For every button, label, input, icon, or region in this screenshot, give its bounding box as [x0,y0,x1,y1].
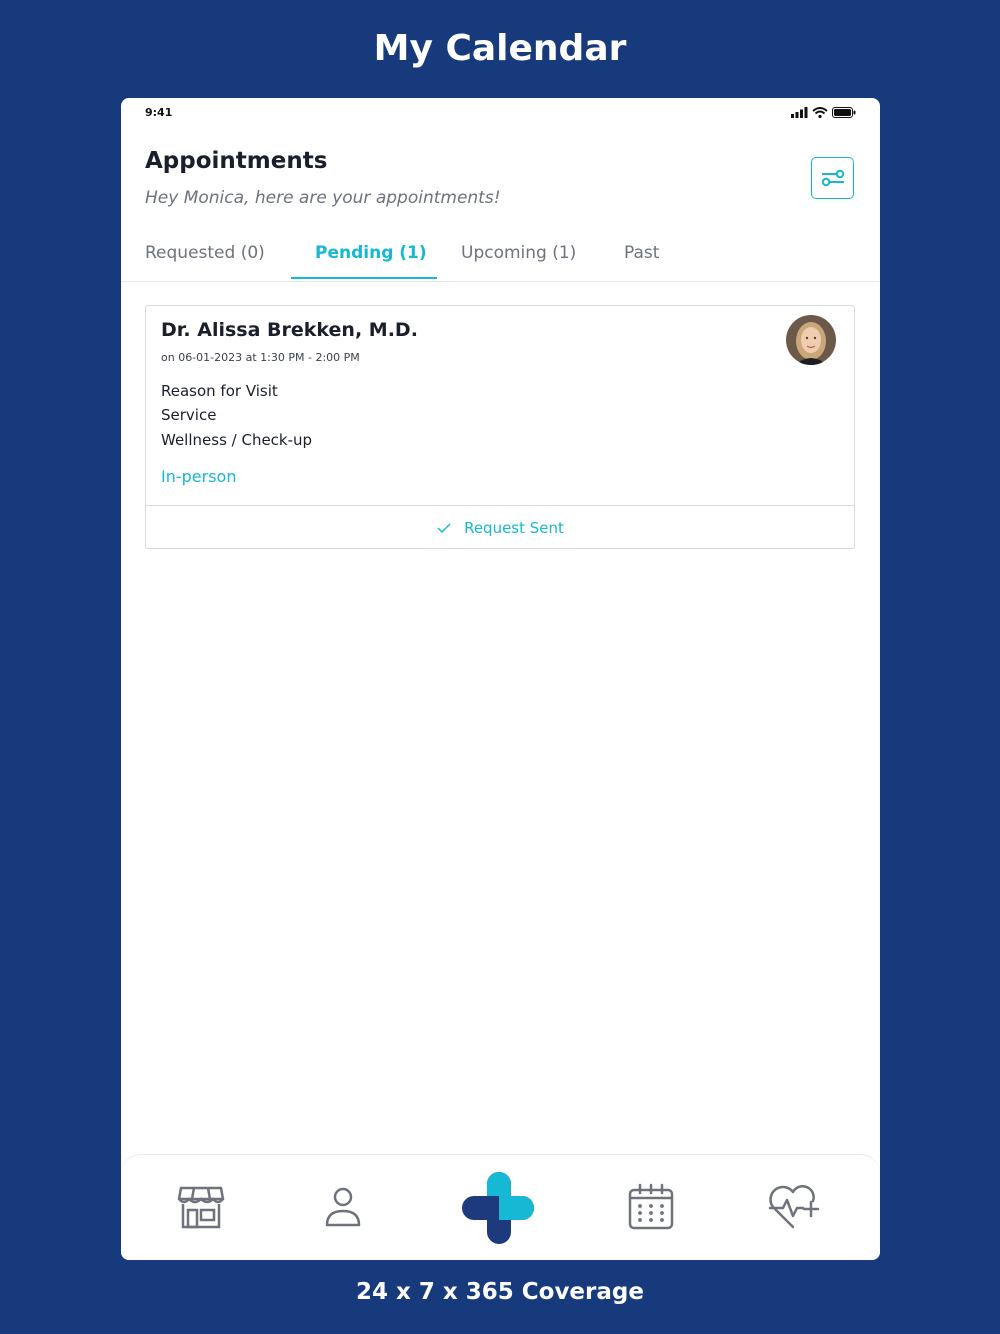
store-icon [177,1186,225,1229]
calendar-icon [628,1183,674,1230]
nav-store[interactable] [169,1177,233,1237]
health-plus-logo-icon [462,1172,534,1244]
active-tab-indicator [291,277,437,279]
appointment-card[interactable]: Dr. Alissa Brekken, M.D. on 06-01-2023 a… [145,305,855,549]
tab-upcoming[interactable]: Upcoming (1) [461,243,576,263]
tab-past[interactable]: Past [624,243,659,263]
nav-profile[interactable] [311,1177,375,1237]
tab-pending[interactable]: Pending (1) [315,243,427,263]
status-icons [791,107,856,118]
filter-button[interactable] [811,157,854,199]
filter-sliders-icon [821,169,844,187]
nav-calendar[interactable] [619,1177,683,1237]
wifi-icon [812,107,828,118]
heart-pulse-plus-icon [768,1185,820,1229]
battery-icon [832,107,856,118]
appointment-tabs: Requested (0) Pending (1) Upcoming (1) P… [121,230,880,282]
promo-title: My Calendar [373,28,627,69]
status-bar: 9:41 [121,98,880,128]
nav-health[interactable] [762,1177,826,1237]
bottom-nav [121,1154,880,1260]
service-value: Wellness / Check-up [161,431,313,449]
visit-type: In-person [161,467,237,486]
appointment-time: on 06-01-2023 at 1:30 PM - 2:00 PM [161,351,360,364]
status-time: 9:41 [145,106,173,119]
page-title: Appointments [145,148,328,174]
doctor-name: Dr. Alissa Brekken, M.D. [161,319,418,341]
nav-home[interactable] [459,1169,537,1247]
promo-footer: 24 x 7 x 365 Coverage [356,1279,644,1305]
profile-icon [325,1187,361,1227]
page-subtitle: Hey Monica, here are your appointments! [145,188,501,208]
reason-label: Reason for Visit [161,382,278,400]
request-status-bar: Request Sent [146,505,854,550]
doctor-avatar [786,315,836,365]
request-status: Request Sent [464,519,564,537]
signal-icon [791,107,808,118]
service-label: Service [161,406,217,424]
check-icon [437,523,451,534]
app-screen: 9:41 Appointments Hey Monica, here are y… [121,98,880,1260]
tab-requested[interactable]: Requested (0) [145,243,265,263]
